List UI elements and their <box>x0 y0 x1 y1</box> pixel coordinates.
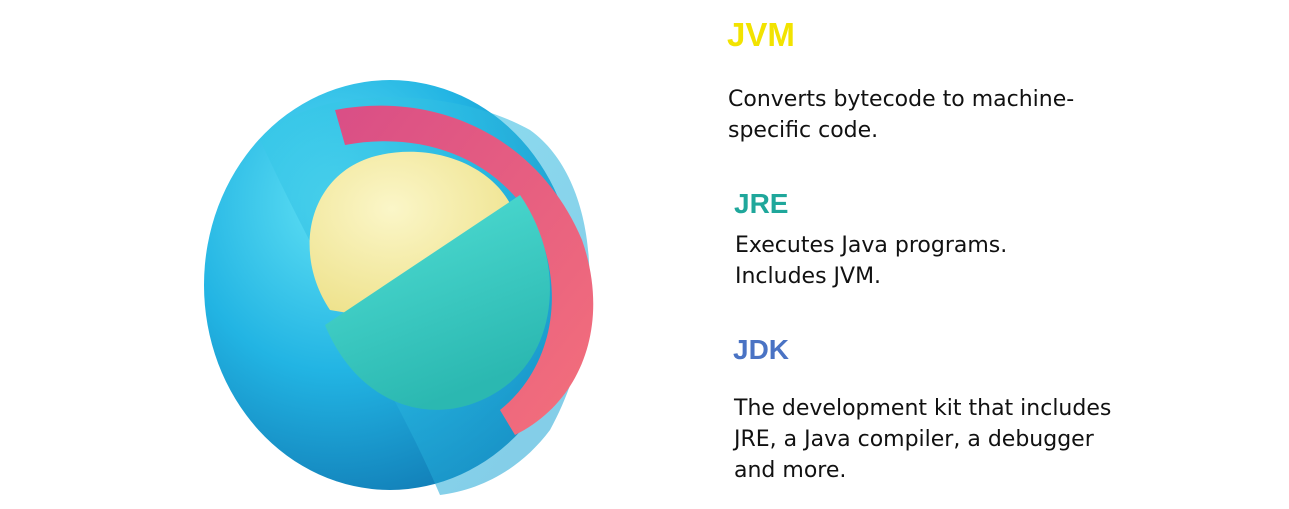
jvm-description-line: Converts bytecode to machine- <box>728 87 1075 112</box>
jvm-description: Converts bytecode to machine- specific c… <box>728 84 1148 146</box>
jdk-heading: JDK <box>733 334 790 365</box>
jvm-heading: JVM <box>727 16 795 53</box>
jre-description-line: Includes JVM. <box>735 264 882 289</box>
jdk-description: The development kit that includes JRE, a… <box>734 393 1164 486</box>
jvm-jre-jdk-sphere-diagram <box>204 80 594 496</box>
jdk-description-line: JRE, a Java compiler, a debugger <box>734 427 1094 452</box>
jre-description-line: Executes Java programs. <box>735 233 1008 258</box>
jre-description: Executes Java programs. Includes JVM. <box>735 230 1155 292</box>
jdk-description-line: The development kit that includes <box>734 396 1112 421</box>
jdk-description-line: and more. <box>734 458 847 483</box>
jvm-description-line: specific code. <box>728 118 879 143</box>
jre-heading: JRE <box>734 188 789 219</box>
